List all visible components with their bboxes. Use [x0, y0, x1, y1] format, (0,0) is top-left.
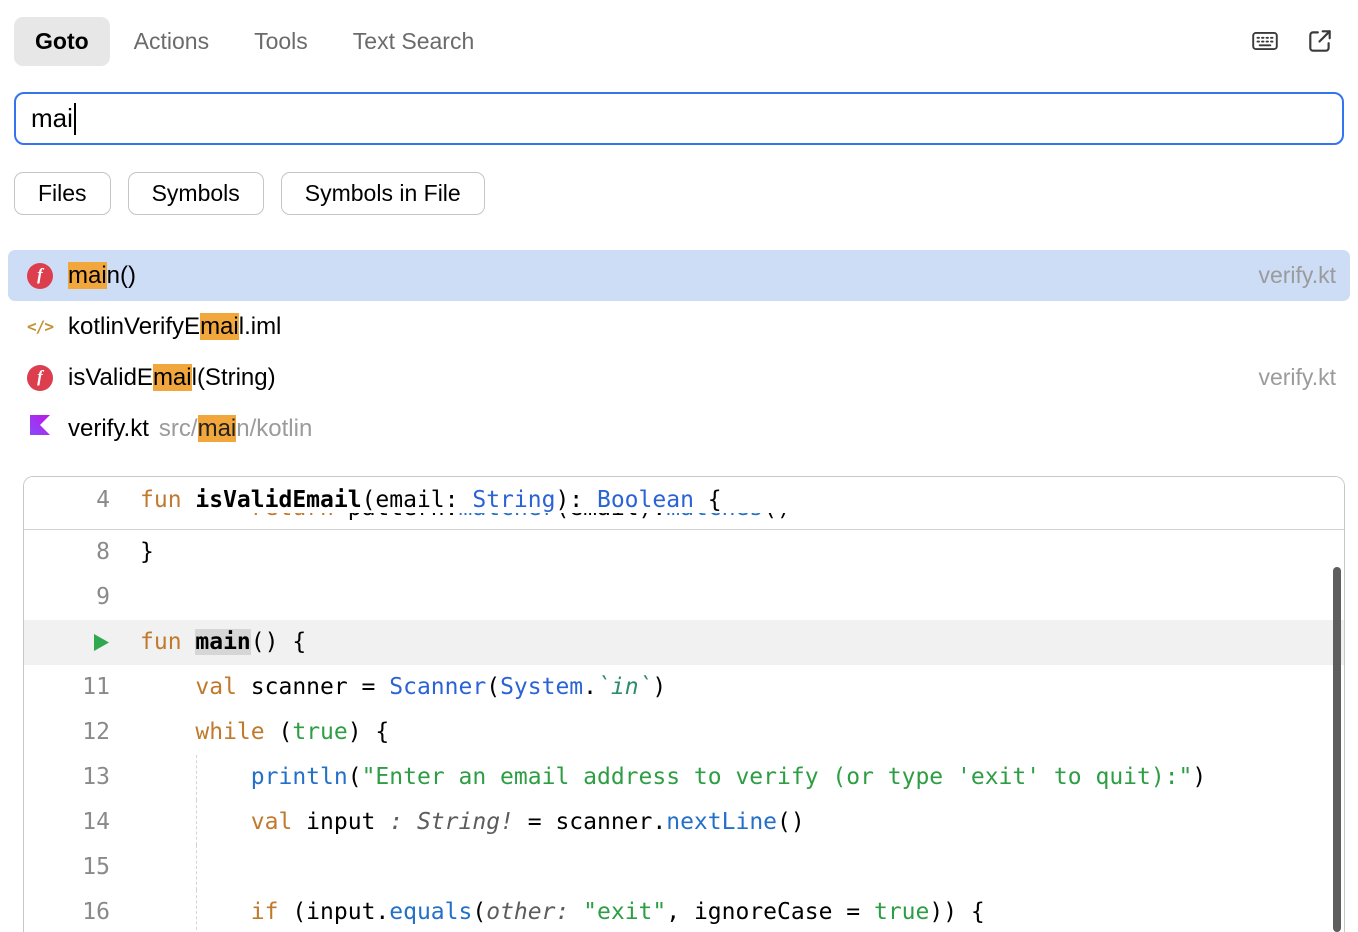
- code-text: [140, 845, 1344, 890]
- match-highlight: mai: [68, 262, 107, 289]
- result-icon-wrap: [24, 413, 56, 444]
- line-number: 9: [24, 575, 140, 620]
- scrollbar-thumb[interactable]: [1333, 567, 1341, 932]
- line-number: 15: [24, 845, 140, 890]
- code-text: [140, 575, 1344, 620]
- line-number: 11: [24, 665, 140, 710]
- filter-files[interactable]: Files: [14, 172, 111, 215]
- filter-symbols[interactable]: Symbols: [128, 172, 264, 215]
- filter-symbols-in-file[interactable]: Symbols in File: [281, 172, 485, 215]
- xml-file-icon: </>: [27, 317, 53, 336]
- code-line[interactable]: fun main() {: [24, 620, 1344, 665]
- function-icon: f: [27, 263, 53, 289]
- code-line[interactable]: 15: [24, 845, 1344, 890]
- tab-text-search[interactable]: Text Search: [332, 17, 495, 66]
- code-text: val input : String! = scanner.nextLine(): [140, 800, 1344, 845]
- result-location: verify.kt: [1258, 262, 1336, 289]
- code-line[interactable]: 9: [24, 575, 1344, 620]
- search-everywhere-dialog: GotoActionsToolsText Search mai Files Sym…: [0, 0, 1358, 932]
- run-gutter[interactable]: [24, 620, 140, 665]
- result-row[interactable]: f main() verify.kt: [8, 250, 1350, 301]
- result-name: kotlinVerifyEmail.iml: [68, 313, 281, 341]
- result-row[interactable]: </> kotlinVerifyEmail.iml: [8, 301, 1350, 352]
- match-highlight: mai: [153, 364, 192, 391]
- code-line[interactable]: return pattern.matcher(email).matches(): [24, 513, 1344, 528]
- line-number: 14: [24, 800, 140, 845]
- text-caret: [74, 103, 76, 135]
- tabs-row: GotoActionsToolsText Search: [0, 0, 1358, 66]
- result-name: verify.kt: [68, 415, 149, 443]
- open-in-separate-window-icon[interactable]: [1306, 27, 1334, 55]
- line-number: [24, 513, 140, 528]
- match-highlight: mai: [200, 313, 239, 340]
- kotlin-file-icon: [28, 413, 52, 444]
- function-icon: f: [27, 365, 53, 391]
- tab-tools[interactable]: Tools: [233, 17, 329, 66]
- code-text: if (input.equals(other: "exit", ignoreCa…: [140, 890, 1344, 932]
- result-row[interactable]: verify.kt src/main/kotlin: [8, 403, 1350, 454]
- code-text: val scanner = Scanner(System.`in`): [140, 665, 1344, 710]
- line-number: 13: [24, 755, 140, 800]
- result-name: isValidEmail(String): [68, 364, 276, 392]
- code-line[interactable]: 12 while (true) {: [24, 710, 1344, 755]
- code-text: }: [140, 530, 1344, 575]
- result-icon-wrap: </>: [24, 317, 56, 336]
- result-icon-wrap: f: [24, 365, 56, 391]
- run-icon: [93, 633, 110, 652]
- filter-buttons: Files Symbols Symbols in File: [14, 172, 1344, 215]
- tab-goto[interactable]: Goto: [14, 17, 110, 66]
- code-text: println("Enter an email address to verif…: [140, 755, 1344, 800]
- header-icons: [1250, 26, 1334, 56]
- result-row[interactable]: f isValidEmail(String) verify.kt: [8, 352, 1350, 403]
- tab-actions[interactable]: Actions: [113, 17, 230, 66]
- code-text: fun main() {: [140, 620, 1344, 665]
- sticky-header-line: 4fun isValidEmail(email: String): Boolea…: [24, 477, 1344, 530]
- match-highlight: mai: [198, 415, 237, 442]
- code-preview[interactable]: 4fun isValidEmail(email: String): Boolea…: [23, 476, 1345, 932]
- line-number: 12: [24, 710, 140, 755]
- scrolled-line-peek: return pattern.matcher(email).matches(): [24, 513, 1344, 528]
- code-line[interactable]: 13 println("Enter an email address to ve…: [24, 755, 1344, 800]
- code-text: while (true) {: [140, 710, 1344, 755]
- code-text: return pattern.matcher(email).matches(): [140, 513, 1344, 528]
- code-line[interactable]: 11 val scanner = Scanner(System.`in`): [24, 665, 1344, 710]
- results-list: f main() verify.kt </> kotlinVerifyEmail.iml…: [0, 250, 1358, 454]
- search-text: mai: [31, 103, 73, 134]
- result-name: main(): [68, 262, 136, 290]
- tabs: GotoActionsToolsText Search: [14, 17, 498, 66]
- shortcuts-keyboard-icon[interactable]: [1250, 26, 1280, 56]
- line-number: 8: [24, 530, 140, 575]
- code-line[interactable]: 16 if (input.equals(other: "exit", ignor…: [24, 890, 1344, 932]
- result-icon-wrap: f: [24, 263, 56, 289]
- result-path: src/main/kotlin: [159, 415, 312, 443]
- code-line[interactable]: 8}: [24, 530, 1344, 575]
- result-location: verify.kt: [1258, 364, 1336, 391]
- search-input[interactable]: mai: [14, 92, 1344, 145]
- code-line[interactable]: 14 val input : String! = scanner.nextLin…: [24, 800, 1344, 845]
- line-number: 16: [24, 890, 140, 932]
